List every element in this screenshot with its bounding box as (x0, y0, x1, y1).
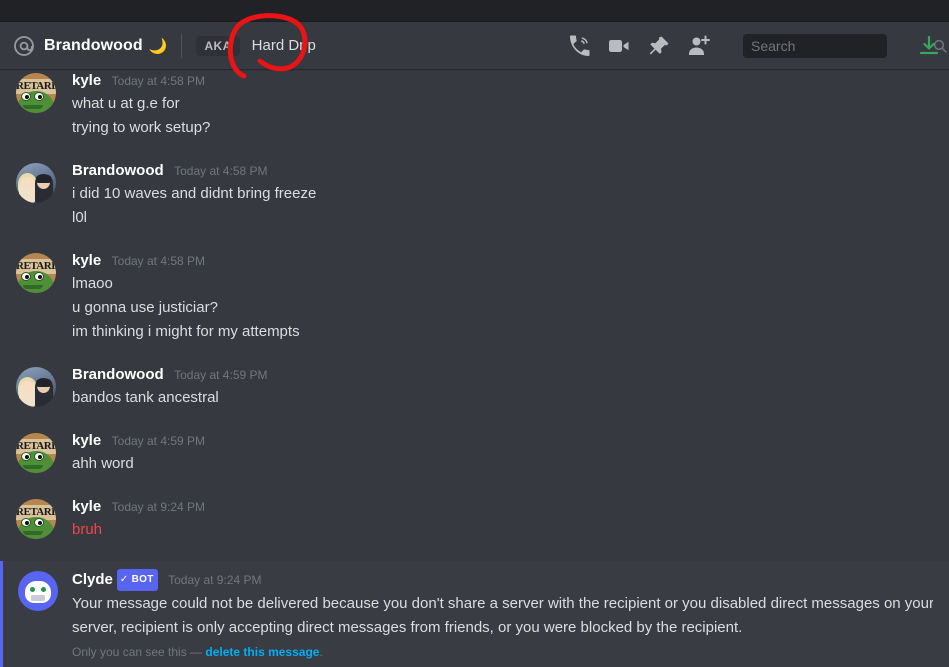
message-group: RETARD kyle Today at 4:58 PM what u at g… (0, 69, 949, 142)
message-body: kyle Today at 9:24 PM bruh (72, 497, 933, 542)
message-body: Clyde ✓ BOT Today at 9:24 PM Your message… (72, 569, 933, 660)
message-meta: Brandowood Today at 4:58 PM (72, 161, 933, 181)
at-icon (12, 34, 36, 58)
avatar-column (3, 569, 72, 660)
message-timestamp: Today at 4:59 PM (111, 434, 206, 448)
message-line: i did 10 waves and didnt bring freeze (72, 185, 317, 202)
message-line: trying to work setup? (72, 119, 211, 136)
message-body: kyle Today at 4:58 PM what u at g.e for … (72, 71, 933, 140)
message-group: Brandowood Today at 4:59 PM bandos tank … (0, 363, 949, 412)
dm-recipient-name[interactable]: Brandowood (44, 37, 143, 55)
message-meta: kyle Today at 4:58 PM (72, 71, 933, 91)
clyde-bot-avatar[interactable] (17, 571, 58, 611)
pin-icon[interactable] (647, 34, 671, 58)
ephemeral-note: Only you can see this — delete this mess… (72, 644, 933, 660)
message-group: RETARD kyle Today at 4:58 PM lmaoo u gon… (0, 249, 949, 346)
avatar-column (0, 365, 72, 410)
message-author: Clyde (72, 571, 113, 588)
message-timestamp: Today at 4:59 PM (174, 368, 268, 382)
dm-header: Brandowood 🌙 AKA Hard Drip (0, 22, 949, 69)
video-call-icon[interactable] (607, 34, 631, 58)
header-divider (181, 33, 183, 58)
message-body: Brandowood Today at 4:58 PM i did 10 wav… (72, 161, 933, 230)
pepe-retard-avatar[interactable]: RETARD (16, 253, 56, 293)
bot-badge-label: BOT (131, 574, 154, 585)
message-body: kyle Today at 4:58 PM lmaoo u gonna use … (72, 251, 933, 344)
ephemeral-text-line-1: Your message could not be delivered beca… (72, 595, 933, 612)
message-timestamp: Today at 4:58 PM (111, 74, 206, 88)
message-line: im thinking i might for my attempts (72, 323, 300, 340)
couple-photo-avatar[interactable] (16, 163, 56, 203)
bot-badge: ✓ BOT (116, 569, 158, 591)
ephemeral-system-message: Clyde ✓ BOT Today at 9:24 PM Your message… (0, 561, 949, 667)
add-friend-icon[interactable] (687, 34, 711, 58)
message-meta: Brandowood Today at 4:59 PM (72, 365, 933, 385)
bot-badge-check: ✓ (119, 574, 129, 585)
inbox-download-icon[interactable] (917, 34, 941, 58)
message-timestamp: Today at 4:58 PM (174, 164, 268, 178)
message-author[interactable]: kyle (72, 72, 101, 89)
message-line: l0l (72, 209, 88, 226)
message-author[interactable]: Brandowood (72, 162, 164, 179)
avatar-column: RETARD (0, 497, 72, 542)
message-line-failed: bruh (72, 521, 103, 538)
message-line: what u at g.e for (72, 95, 180, 112)
message-meta: kyle Today at 9:24 PM (72, 497, 933, 517)
message-timestamp: Today at 4:58 PM (111, 254, 206, 268)
window-titlebar (0, 0, 949, 22)
ephemeral-note-suffix: . (319, 645, 323, 659)
avatar-column: RETARD (0, 71, 72, 140)
search-box[interactable] (743, 33, 947, 58)
ephemeral-note-prefix: Only you can see this — (72, 645, 206, 659)
pepe-retard-avatar[interactable]: RETARD (16, 73, 56, 113)
aka-badge: AKA (196, 35, 240, 56)
voice-call-icon[interactable] (567, 34, 591, 58)
header-actions (567, 33, 947, 58)
message-meta: kyle Today at 4:59 PM (72, 431, 933, 451)
message-meta: Clyde ✓ BOT Today at 9:24 PM (72, 569, 933, 591)
message-list[interactable]: RETARD kyle Today at 4:58 PM what u at g… (0, 69, 949, 667)
message-meta: kyle Today at 4:58 PM (72, 251, 933, 271)
message-author[interactable]: kyle (72, 498, 101, 515)
message-author[interactable]: kyle (72, 432, 101, 449)
message-body: Brandowood Today at 4:59 PM bandos tank … (72, 365, 933, 410)
pepe-retard-avatar[interactable]: RETARD (16, 499, 56, 539)
message-timestamp: Today at 9:24 PM (168, 573, 262, 587)
status-emoji-moon: 🌙 (148, 37, 168, 55)
message-group: Brandowood Today at 4:58 PM i did 10 wav… (0, 159, 949, 232)
message-body: kyle Today at 4:59 PM ahh word (72, 431, 933, 476)
aka-nickname: Hard Drip (251, 37, 316, 54)
message-group: RETARD kyle Today at 4:59 PM ahh word (0, 429, 949, 478)
message-line: lmaoo (72, 275, 113, 292)
message-group: RETARD kyle Today at 9:24 PM bruh (0, 495, 949, 544)
message-author[interactable]: Brandowood (72, 366, 164, 383)
message-author[interactable]: kyle (72, 252, 101, 269)
couple-photo-avatar[interactable] (16, 367, 56, 407)
message-timestamp: Today at 9:24 PM (111, 500, 206, 514)
ephemeral-text-line-2: server, recipient is only accepting dire… (72, 619, 743, 636)
message-line: u gonna use justiciar? (72, 299, 218, 316)
avatar-column (0, 161, 72, 230)
avatar-column: RETARD (0, 251, 72, 344)
search-input[interactable] (751, 37, 932, 54)
delete-message-link[interactable]: delete this message (205, 645, 319, 659)
message-line: ahh word (72, 455, 134, 472)
pepe-retard-avatar[interactable]: RETARD (16, 433, 56, 473)
message-line: bandos tank ancestral (72, 389, 219, 406)
discord-window: Brandowood 🌙 AKA Hard Drip Search RETARD… (0, 0, 949, 667)
avatar-column: RETARD (0, 431, 72, 476)
